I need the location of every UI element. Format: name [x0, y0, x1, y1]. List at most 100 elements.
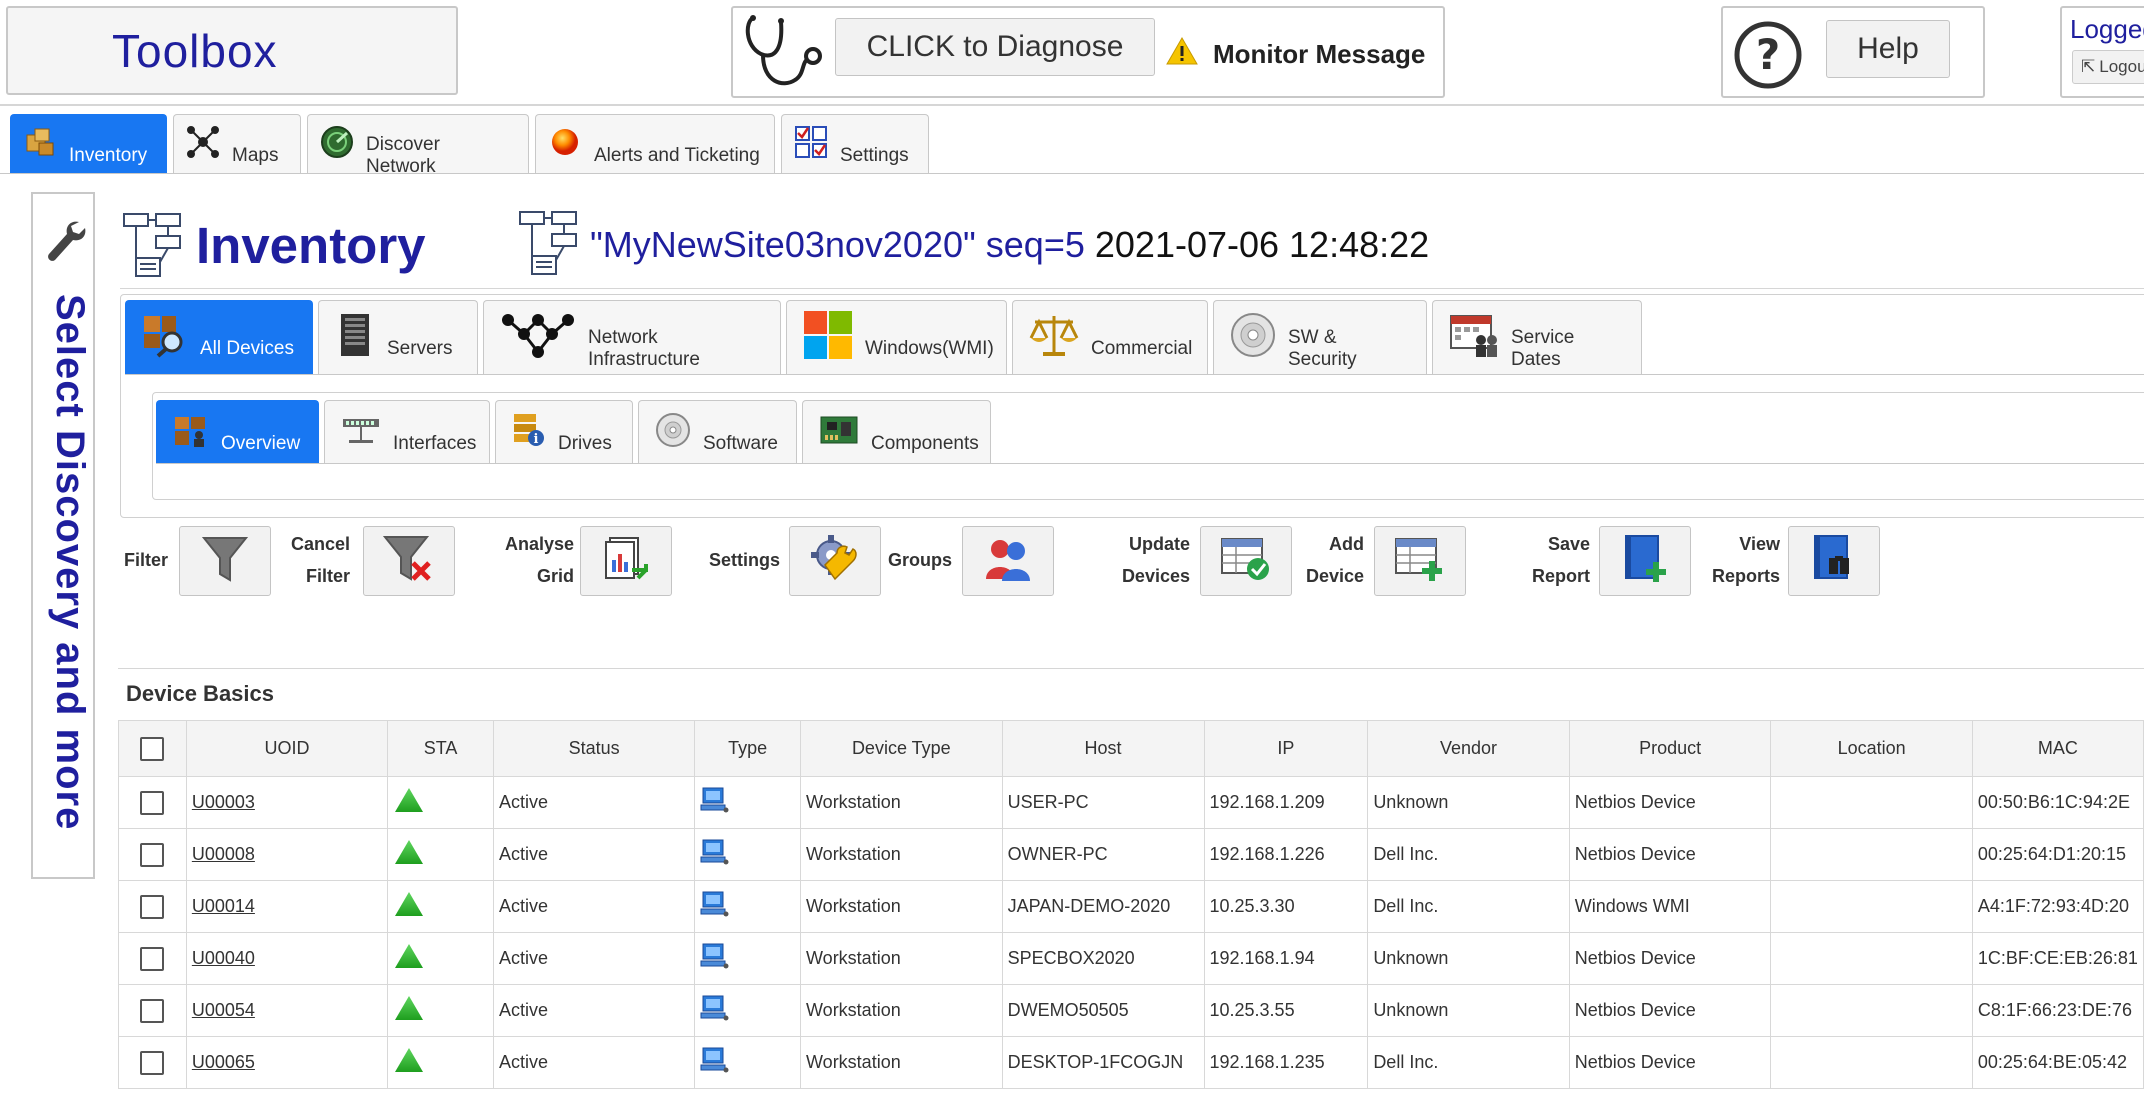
uoid-link[interactable]: U00065: [192, 1052, 255, 1072]
column-header-ip[interactable]: IP: [1203, 720, 1369, 777]
book-add-icon: [1620, 534, 1670, 589]
groups-button[interactable]: [962, 526, 1054, 596]
tab-label: Servers: [387, 337, 453, 359]
tab-sw-security[interactable]: SW & Security: [1213, 300, 1427, 374]
cancel-filter-button[interactable]: [363, 526, 455, 596]
tab-discover-network[interactable]: Discover Network: [307, 114, 529, 177]
help-panel: ? Help: [1721, 6, 1985, 98]
groups-label: Groups: [887, 550, 952, 570]
ip-cell: 192.168.1.94: [1203, 932, 1369, 985]
uoid-link[interactable]: U00040: [192, 948, 255, 968]
tab-windows-wmi[interactable]: Windows(WMI): [786, 300, 1007, 374]
location-cell: [1770, 880, 1973, 933]
tab-inventory[interactable]: Inventory: [10, 114, 167, 174]
mac-cell: C8:1F:66:23:DE:76: [1971, 984, 2144, 1037]
ip-cell: 10.25.3.55: [1203, 984, 1369, 1037]
settings-button[interactable]: [789, 526, 881, 596]
tab-label: Windows(WMI): [865, 337, 994, 359]
site-timestamp: 2021-07-06 12:48:22: [1094, 224, 1430, 265]
uoid-link[interactable]: U00054: [192, 1000, 255, 1020]
table-row[interactable]: U00003 Active Workstation USER-PC 192.168.1.…: [118, 776, 2144, 829]
tab-network-infrastructure[interactable]: Network Infrastructure: [483, 300, 781, 374]
tab-drives[interactable]: i Drives: [495, 400, 633, 464]
workstation-icon: [700, 891, 730, 922]
table-row[interactable]: U00008 Active Workstation OWNER-PC 192.168.1…: [118, 828, 2144, 881]
status-cell: Active: [492, 880, 696, 933]
host-cell: JAPAN-DEMO-2020: [1001, 880, 1205, 933]
table-row[interactable]: U00014 Active Workstation JAPAN-DEMO-2020 10…: [118, 880, 2144, 933]
uoid-cell: U00008: [185, 828, 389, 881]
status-cell: Active: [492, 932, 696, 985]
question-icon[interactable]: ?: [1733, 20, 1803, 95]
book-view-icon: [1809, 534, 1859, 589]
table-row[interactable]: U00054 Active Workstation DWEMO50505 10.25.3…: [118, 984, 2144, 1037]
row-checkbox[interactable]: [140, 946, 165, 971]
column-header-location[interactable]: Location: [1770, 720, 1973, 777]
row-checkbox[interactable]: [140, 842, 165, 867]
tab-label: Alerts and Ticketing: [594, 144, 760, 166]
product-cell: Netbios Device: [1568, 932, 1772, 985]
calendar-people-icon: [1449, 312, 1499, 364]
ip-cell: 192.168.1.226: [1203, 828, 1369, 881]
product-cell: Netbios Device: [1568, 984, 1772, 1037]
add-device-button[interactable]: [1374, 526, 1466, 596]
row-checkbox[interactable]: [140, 894, 165, 919]
checklist-icon: [794, 125, 828, 165]
uoid-link[interactable]: U00003: [192, 792, 255, 812]
table-row[interactable]: U00040 Active Workstation SPECBOX2020 192.16…: [118, 932, 2144, 985]
uoid-link[interactable]: U00014: [192, 896, 255, 916]
row-checkbox[interactable]: [140, 790, 165, 815]
help-button[interactable]: Help: [1826, 20, 1950, 78]
column-header-mac[interactable]: MAC: [1971, 720, 2144, 777]
uoid-link[interactable]: U00008: [192, 844, 255, 864]
column-header-uoid[interactable]: UOID: [185, 720, 389, 777]
column-header-sta[interactable]: STA: [387, 720, 494, 777]
save-report-button[interactable]: [1599, 526, 1691, 596]
column-header-host[interactable]: Host: [1001, 720, 1205, 777]
workstation-icon: [700, 839, 730, 870]
switch-icon: [341, 413, 381, 453]
column-header-vendor[interactable]: Vendor: [1367, 720, 1570, 777]
funnel-cancel-icon: [382, 533, 435, 590]
update-devices-button[interactable]: [1200, 526, 1292, 596]
monitor-message[interactable]: Monitor Message: [1165, 36, 1425, 73]
row-checkbox[interactable]: [140, 998, 165, 1023]
toolbar-divider: [118, 668, 2144, 669]
tab-overview[interactable]: Overview: [156, 400, 319, 464]
tab-alerts-ticketing[interactable]: Alerts and Ticketing: [535, 114, 775, 174]
tab-commercial[interactable]: Commercial: [1012, 300, 1208, 374]
type-cell: [694, 776, 802, 829]
tab-service-dates[interactable]: Service Dates: [1432, 300, 1642, 374]
column-header-product[interactable]: Product: [1568, 720, 1772, 777]
row-checkbox[interactable]: [140, 1050, 165, 1075]
tab-all-devices[interactable]: All Devices: [125, 300, 313, 374]
diagnose-button[interactable]: CLICK to Diagnose: [835, 18, 1155, 76]
tab-interfaces[interactable]: Interfaces: [324, 400, 490, 464]
view-reports-button[interactable]: [1788, 526, 1880, 596]
device-type-cell: Workstation: [800, 828, 1003, 881]
tab-components[interactable]: Components: [802, 400, 991, 464]
row-checkbox-cell: [118, 776, 187, 829]
logout-button[interactable]: ⇱ Logou: [2072, 50, 2144, 84]
table-row[interactable]: U00065 Active Workstation DESKTOP-1FCOGJN 19…: [118, 1036, 2144, 1089]
tab-maps[interactable]: Maps: [173, 114, 301, 174]
analyse-grid-button[interactable]: [580, 526, 672, 596]
select-all-checkbox[interactable]: [140, 736, 165, 761]
tab-settings[interactable]: Settings: [781, 114, 929, 174]
tab-servers[interactable]: Servers: [318, 300, 478, 374]
location-cell: [1770, 932, 1973, 985]
discovery-sidebar[interactable]: Select Discovery and more: [31, 192, 95, 879]
filter-button[interactable]: [179, 526, 271, 596]
sidebar-label: Select Discovery and more: [48, 294, 92, 831]
column-header-status[interactable]: Status: [492, 720, 696, 777]
type-cell: [694, 880, 802, 933]
software-disc-icon: [655, 412, 691, 454]
column-header-type[interactable]: Type: [694, 720, 802, 777]
device-type-cell: Workstation: [800, 932, 1003, 985]
status-cell: Active: [492, 984, 696, 1037]
status-cell: Active: [492, 776, 696, 829]
status-up-icon: [393, 996, 425, 1026]
status-cell: Active: [492, 828, 696, 881]
tab-software[interactable]: Software: [638, 400, 797, 464]
column-header-device-type[interactable]: Device Type: [800, 720, 1003, 777]
